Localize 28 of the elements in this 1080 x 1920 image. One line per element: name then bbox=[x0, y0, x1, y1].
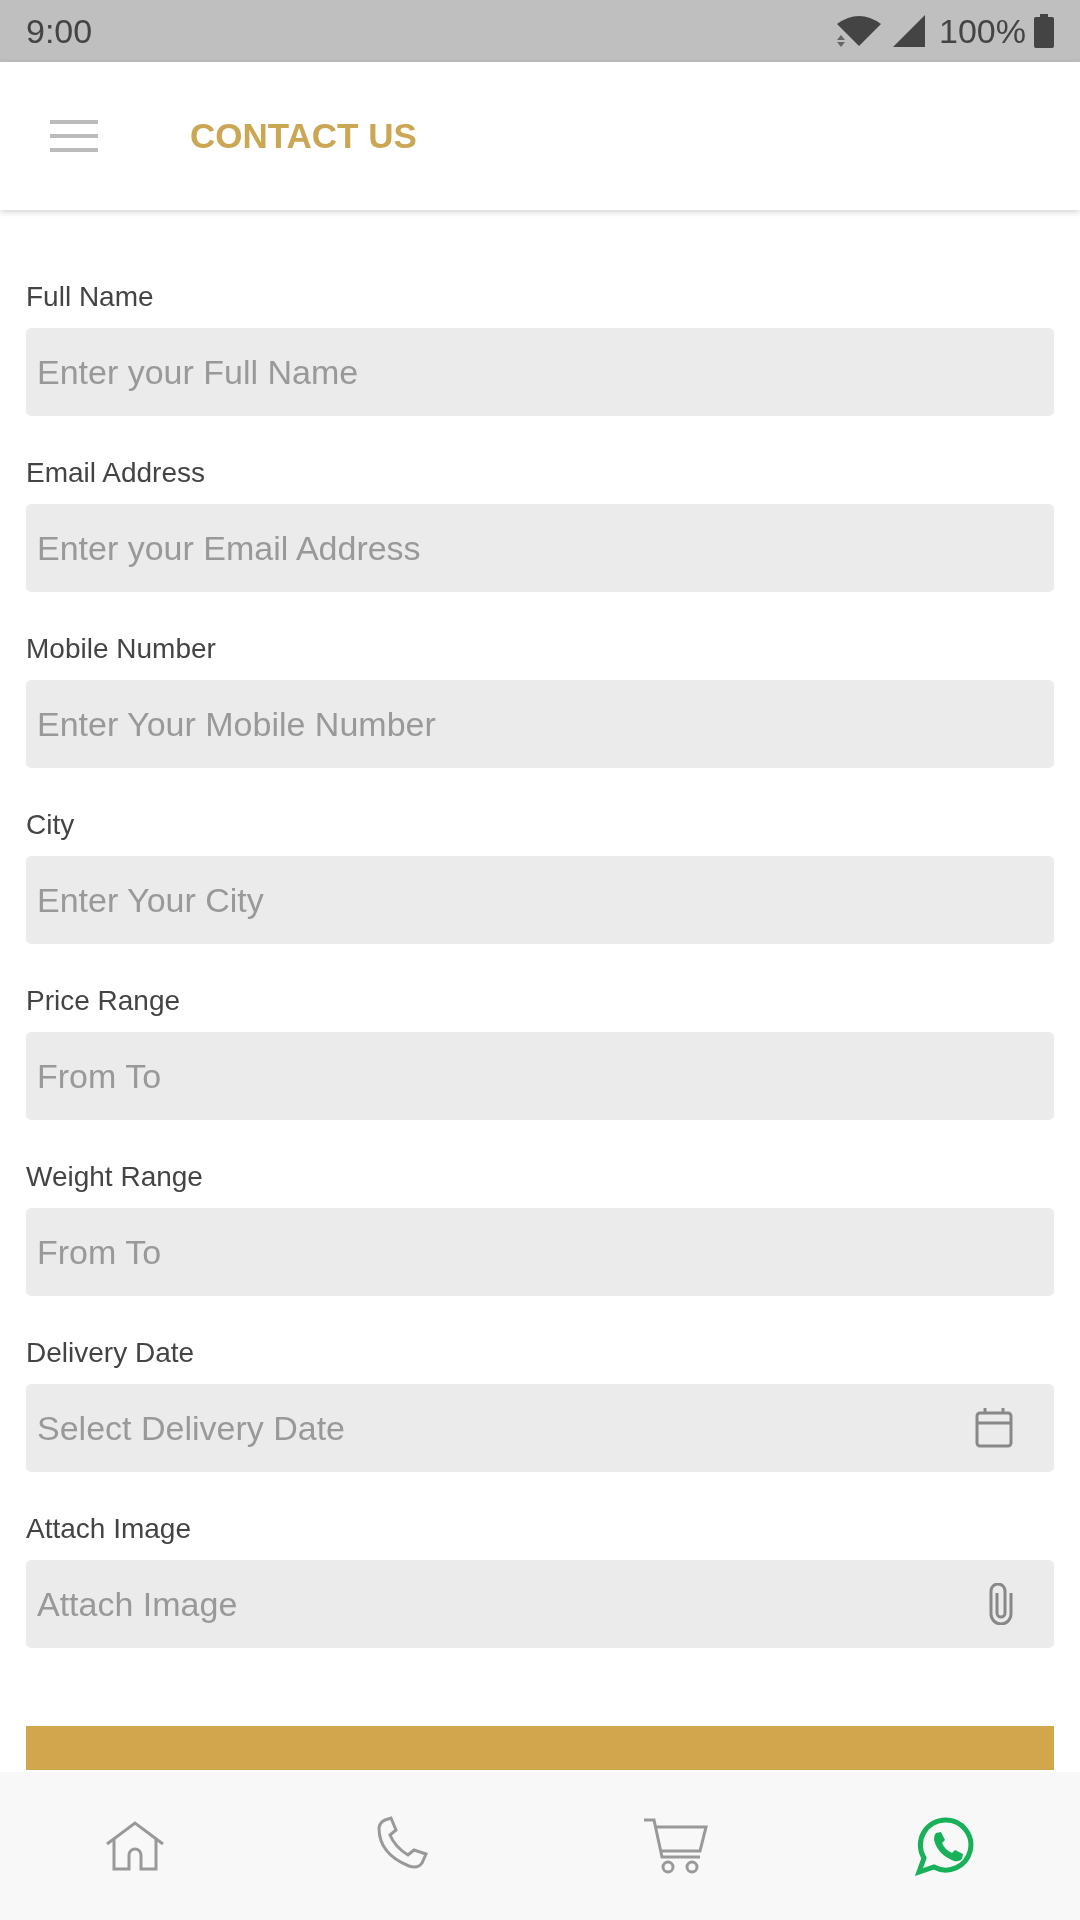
field-label: Email Address bbox=[26, 456, 206, 490]
menu-button[interactable] bbox=[50, 118, 98, 154]
field-label: City bbox=[26, 808, 76, 842]
signal-icon bbox=[891, 13, 928, 49]
input-field[interactable]: From To bbox=[26, 1208, 1054, 1296]
wifi-icon bbox=[835, 14, 884, 48]
input-field[interactable]: Enter Your Mobile Number bbox=[26, 680, 1054, 768]
input-field[interactable]: Enter Your City bbox=[26, 856, 1054, 944]
paperclip-icon bbox=[988, 1583, 1014, 1625]
field-label: Full Name bbox=[26, 280, 155, 314]
date-field[interactable]: Select Delivery Date bbox=[26, 1384, 1054, 1472]
home-icon[interactable] bbox=[105, 1820, 165, 1872]
chat-icon[interactable] bbox=[915, 1816, 975, 1876]
input-field[interactable]: Enter your Full Name bbox=[26, 328, 1054, 416]
page-title: CONTACT US bbox=[190, 114, 417, 157]
calendar-icon bbox=[974, 1407, 1014, 1449]
input-field[interactable]: From To bbox=[26, 1032, 1054, 1120]
status-time: 9:00 bbox=[26, 10, 93, 52]
cart-icon[interactable] bbox=[642, 1817, 708, 1875]
field-label: Price Range bbox=[26, 984, 182, 1018]
field-label: Delivery Date bbox=[26, 1336, 196, 1370]
field-label: Weight Range bbox=[26, 1160, 204, 1194]
battery-icon bbox=[1034, 14, 1054, 48]
input-field[interactable]: Enter your Email Address bbox=[26, 504, 1054, 592]
battery-percent: 100% bbox=[939, 10, 1026, 52]
field-label: Mobile Number bbox=[26, 632, 217, 666]
field-label: Attach Image bbox=[26, 1512, 192, 1546]
attach-field[interactable]: Attach Image bbox=[26, 1560, 1054, 1648]
